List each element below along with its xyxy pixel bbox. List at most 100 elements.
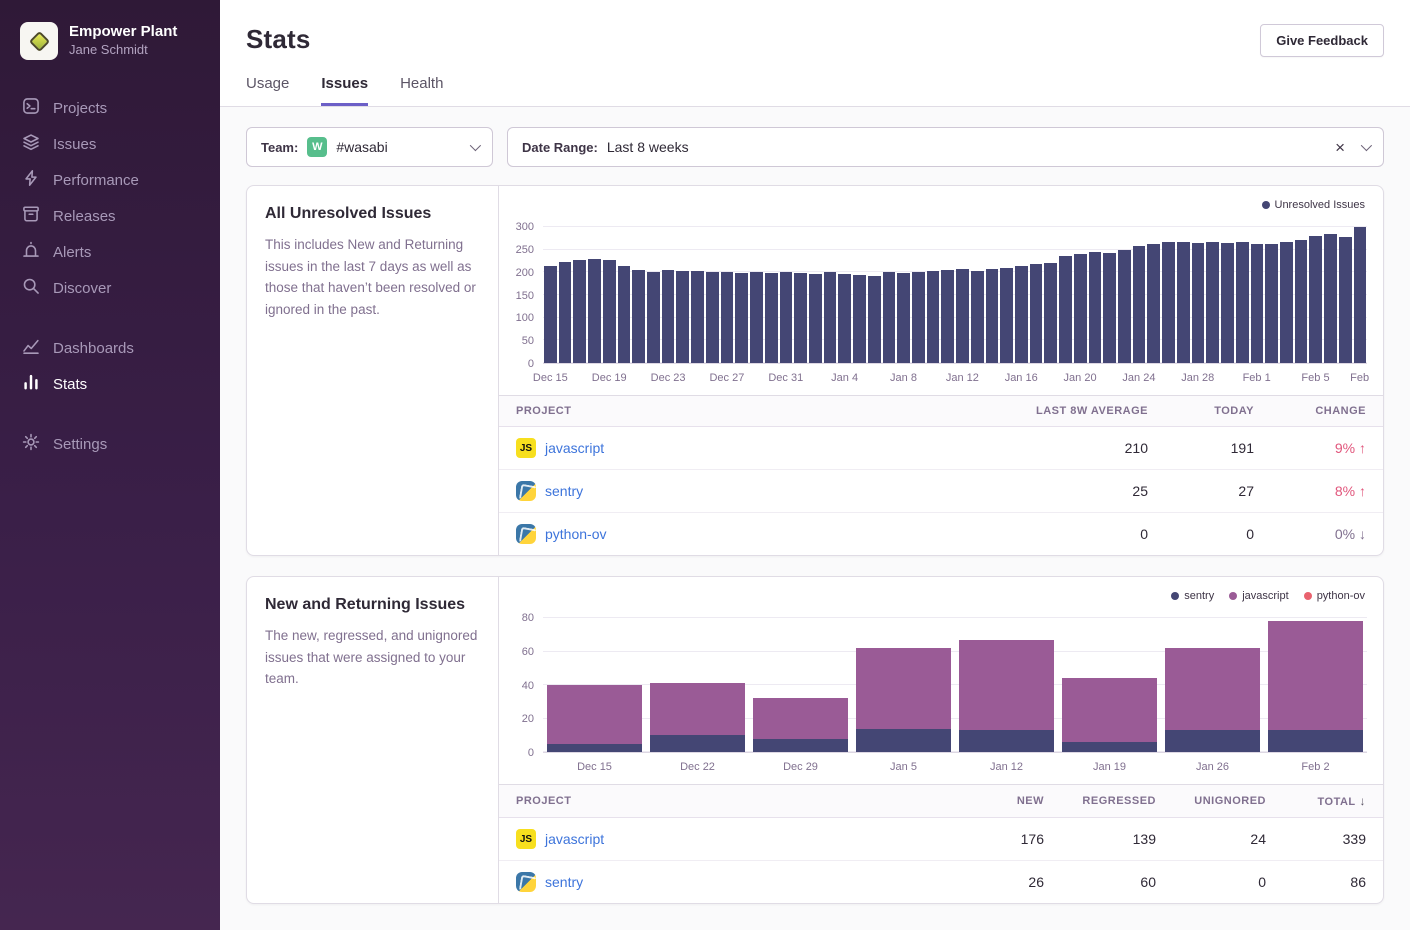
- legend-label: javascript: [1242, 590, 1288, 602]
- chevron-down-icon: [470, 140, 481, 151]
- unresolved-issues-table: PROJECT LAST 8W AVERAGE TODAY CHANGE JS …: [499, 395, 1383, 555]
- sidebar: Empower Plant Jane Schmidt Projects Issu…: [0, 0, 220, 930]
- new-value: 176: [955, 820, 1061, 858]
- chart-legend: Unresolved Issues: [1262, 199, 1366, 211]
- unresolved-issues-chart: Unresolved Issues 050100150200250300 Dec…: [499, 186, 1383, 395]
- project-link[interactable]: javascript: [545, 831, 604, 847]
- change-value: 8%: [1335, 483, 1366, 499]
- clear-date-icon[interactable]: ×: [1335, 139, 1345, 156]
- panel-title: New and Returning Issues: [265, 596, 480, 614]
- sidebar-item-label: Releases: [53, 208, 116, 225]
- table-row: sentry 26 60 0 86: [499, 860, 1383, 903]
- project-link[interactable]: sentry: [545, 483, 583, 499]
- today-value: 191: [1165, 429, 1271, 467]
- legend-item-python-ov[interactable]: python-ov: [1304, 590, 1365, 602]
- sidebar-item-discover[interactable]: Discover: [0, 270, 220, 306]
- user-name: Jane Schmidt: [69, 42, 177, 59]
- chevron-down-icon: [1361, 140, 1372, 151]
- legend-dot-icon: [1304, 592, 1312, 600]
- col-total-sorted-desc[interactable]: TOTAL: [1283, 785, 1383, 817]
- javascript-project-icon: JS: [516, 829, 536, 849]
- give-feedback-button[interactable]: Give Feedback: [1260, 24, 1384, 57]
- table-header-row: PROJECT LAST 8W AVERAGE TODAY CHANGE: [499, 396, 1383, 427]
- table-row: JS javascript 210 191 9%: [499, 427, 1383, 469]
- sidebar-item-label: Projects: [53, 100, 107, 117]
- sidebar-nav-secondary: Dashboards Stats: [0, 330, 220, 402]
- sidebar-item-issues[interactable]: Issues: [0, 126, 220, 162]
- sidebar-item-label: Discover: [53, 280, 111, 297]
- table-row: python-ov 0 0 0%: [499, 512, 1383, 555]
- sidebar-item-performance[interactable]: Performance: [0, 162, 220, 198]
- change-value: 9%: [1335, 440, 1366, 456]
- page-header: Stats Give Feedback Usage Issues Health: [220, 0, 1410, 107]
- sidebar-item-label: Performance: [53, 172, 139, 189]
- python-project-icon: [516, 524, 536, 544]
- releases-icon: [22, 205, 40, 227]
- legend-item-unresolved[interactable]: Unresolved Issues: [1262, 199, 1366, 211]
- sidebar-nav-tertiary: Settings: [0, 426, 220, 462]
- col-regressed: REGRESSED: [1061, 786, 1173, 816]
- new-returning-issues-chart: sentry javascript python-ov: [499, 577, 1383, 784]
- sidebar-item-label: Issues: [53, 136, 96, 153]
- avg-value: 210: [975, 429, 1165, 467]
- col-new: NEW: [955, 786, 1061, 816]
- sidebar-item-dashboards[interactable]: Dashboards: [0, 330, 220, 366]
- sidebar-item-stats[interactable]: Stats: [0, 366, 220, 402]
- avg-value: 0: [975, 515, 1165, 553]
- legend-label: python-ov: [1317, 590, 1365, 602]
- team-select-label: Team:: [261, 140, 298, 155]
- issues-icon: [22, 133, 40, 155]
- unignored-value: 24: [1173, 820, 1283, 858]
- dashboards-icon: [22, 337, 40, 359]
- x-axis: Dec 15Dec 19Dec 23Dec 27Dec 31Jan 4Jan 8…: [543, 369, 1367, 395]
- project-link[interactable]: sentry: [545, 874, 583, 890]
- new-returning-issues-table: PROJECT NEW REGRESSED UNIGNORED TOTAL JS…: [499, 784, 1383, 903]
- legend-label: sentry: [1184, 590, 1214, 602]
- team-select-value: #wasabi: [336, 139, 387, 155]
- app-window: Empower Plant Jane Schmidt Projects Issu…: [0, 0, 1410, 930]
- python-project-icon: [516, 872, 536, 892]
- total-value: 339: [1283, 820, 1383, 858]
- date-range-label: Date Range:: [522, 140, 598, 155]
- team-avatar: W: [307, 137, 327, 157]
- col-change: CHANGE: [1271, 396, 1383, 426]
- sidebar-item-label: Dashboards: [53, 340, 134, 357]
- tab-issues[interactable]: Issues: [321, 75, 368, 106]
- sidebar-item-label: Settings: [53, 436, 107, 453]
- project-link[interactable]: python-ov: [545, 526, 606, 542]
- regressed-value: 139: [1061, 820, 1173, 858]
- performance-icon: [22, 169, 40, 191]
- org-switcher[interactable]: Empower Plant Jane Schmidt: [0, 18, 220, 80]
- tab-health[interactable]: Health: [400, 75, 443, 106]
- avg-value: 25: [975, 472, 1165, 510]
- new-value: 26: [955, 863, 1061, 901]
- sidebar-item-alerts[interactable]: Alerts: [0, 234, 220, 270]
- filter-bar: Team: W #wasabi Date Range: Last 8 weeks…: [246, 127, 1384, 167]
- chart-plot-area: [543, 227, 1367, 364]
- project-link[interactable]: javascript: [545, 440, 604, 456]
- sidebar-item-projects[interactable]: Projects: [0, 90, 220, 126]
- tab-usage[interactable]: Usage: [246, 75, 289, 106]
- javascript-project-icon: JS: [516, 438, 536, 458]
- date-range-select[interactable]: Date Range: Last 8 weeks ×: [507, 127, 1384, 167]
- today-value: 0: [1165, 515, 1271, 553]
- team-select[interactable]: Team: W #wasabi: [246, 127, 493, 167]
- legend-item-sentry[interactable]: sentry: [1171, 590, 1214, 602]
- y-axis: 020406080: [505, 618, 543, 753]
- stats-tabs: Usage Issues Health: [246, 75, 1384, 106]
- table-header-row: PROJECT NEW REGRESSED UNIGNORED TOTAL: [499, 785, 1383, 818]
- sidebar-item-label: Alerts: [53, 244, 91, 261]
- sidebar-item-settings[interactable]: Settings: [0, 426, 220, 462]
- col-today: TODAY: [1165, 396, 1271, 426]
- discover-icon: [22, 277, 40, 299]
- legend-dot-icon: [1171, 592, 1179, 600]
- panel-description: New and Returning Issues The new, regres…: [247, 577, 499, 903]
- regressed-value: 60: [1061, 863, 1173, 901]
- unresolved-issues-panel: All Unresolved Issues This includes New …: [246, 185, 1384, 556]
- chart-legend: sentry javascript python-ov: [1171, 590, 1365, 602]
- sidebar-item-releases[interactable]: Releases: [0, 198, 220, 234]
- total-value: 86: [1283, 863, 1383, 901]
- x-axis: Dec 15Dec 22Dec 29Jan 5Jan 12Jan 19Jan 2…: [543, 758, 1367, 784]
- legend-item-javascript[interactable]: javascript: [1229, 590, 1288, 602]
- col-avg: LAST 8W AVERAGE: [975, 396, 1165, 426]
